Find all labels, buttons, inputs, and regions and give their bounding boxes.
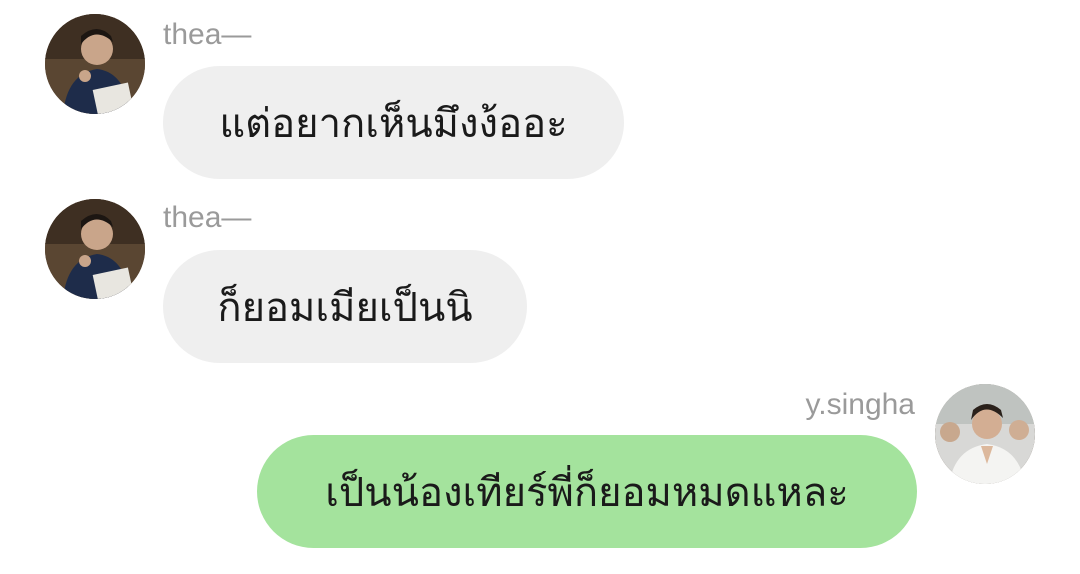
message-bubble[interactable]: เป็นน้องเทียร์พี่ก็ยอมหมดแหละ (257, 435, 917, 548)
message-text: แต่อยากเห็นมึงง้ออะ (219, 100, 568, 147)
avatar-ysingha-photo (935, 384, 1035, 484)
message-bubble[interactable]: แต่อยากเห็นมึงง้ออะ (163, 66, 624, 179)
avatar-thea-photo (45, 199, 145, 299)
avatar-thea[interactable] (45, 14, 145, 114)
avatar-thea[interactable] (45, 199, 145, 299)
message-text: ก็ยอมเมียเป็นนิ (217, 284, 473, 331)
avatar-thea-photo (45, 14, 145, 114)
message-text: เป็นน้องเทียร์พี่ก็ยอมหมดแหละ (325, 469, 849, 516)
sender-name: thea— (163, 201, 252, 234)
message-bubble[interactable]: ก็ยอมเมียเป็นนิ (163, 250, 527, 363)
avatar-ysingha[interactable] (935, 384, 1035, 484)
sender-name: thea— (163, 18, 252, 51)
sender-name: y.singha (805, 388, 915, 421)
